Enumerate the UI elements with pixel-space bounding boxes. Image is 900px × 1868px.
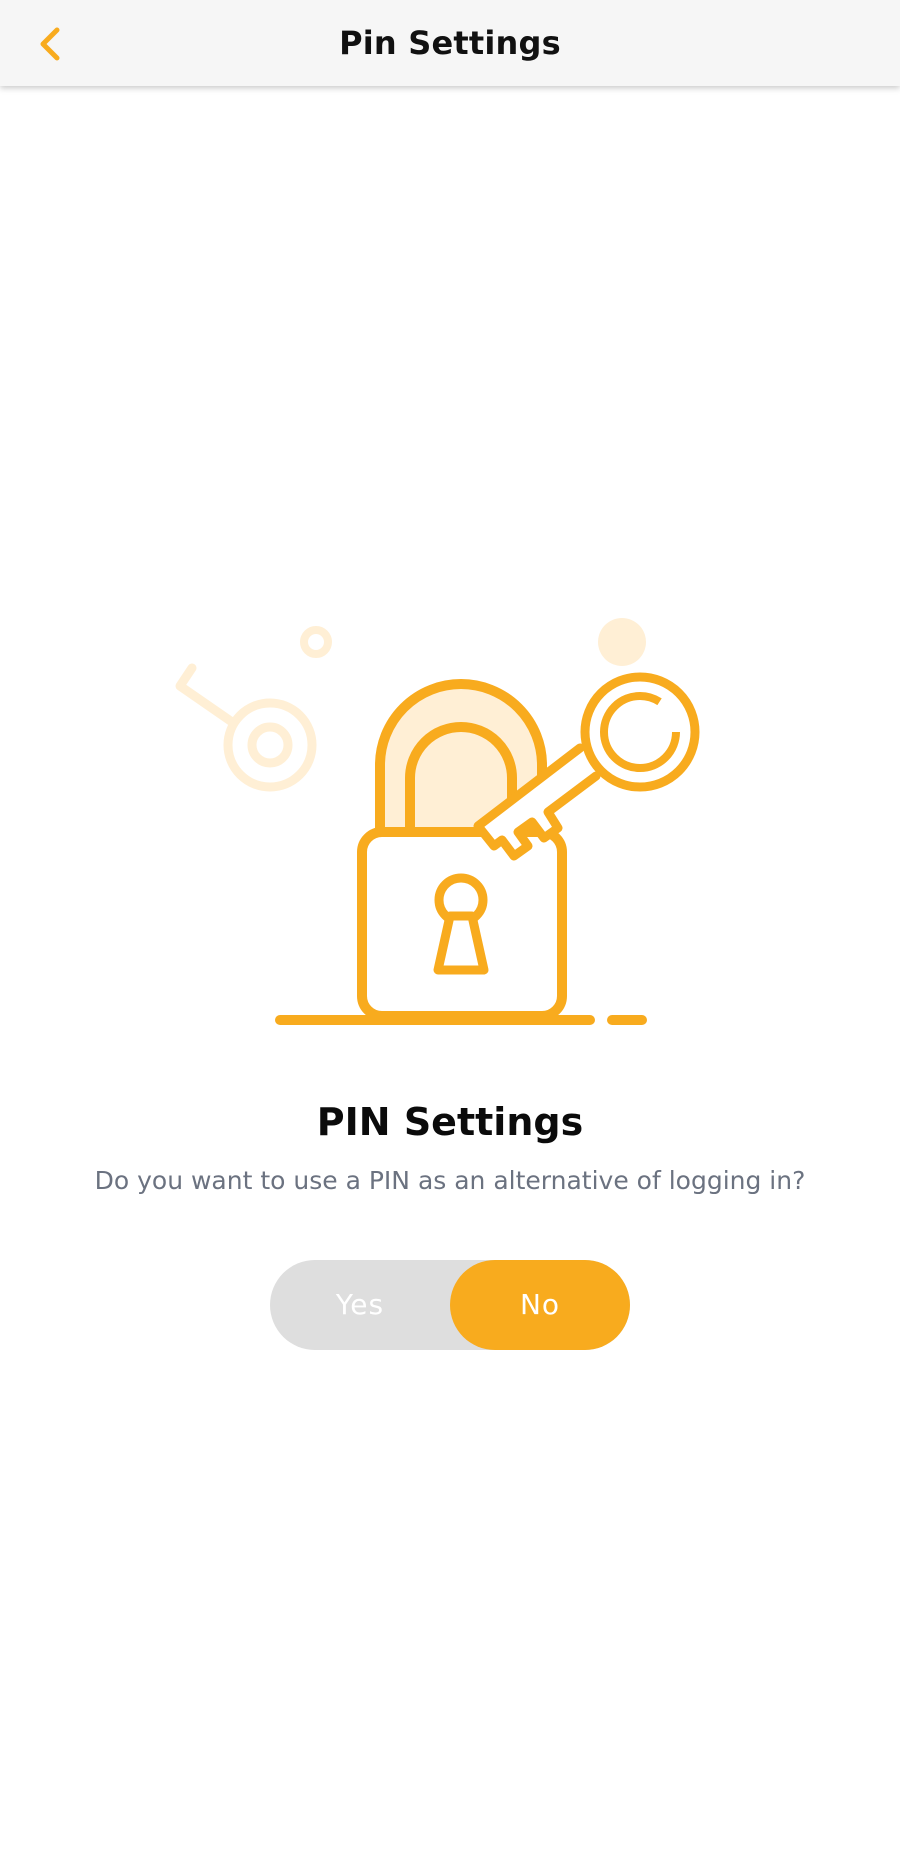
page-title: Pin Settings: [339, 24, 561, 62]
yes-option[interactable]: Yes: [270, 1260, 450, 1350]
app-header: Pin Settings: [0, 0, 900, 86]
section-description: Do you want to use a PIN as an alternati…: [94, 1166, 806, 1195]
pin-settings-screen: Pin Settings PIN Settings Do you want to: [0, 0, 900, 1868]
no-option[interactable]: No: [450, 1260, 630, 1350]
padlock-with-key-icon: [175, 618, 700, 1025]
pin-toggle: Yes No: [270, 1260, 630, 1350]
section-title: PIN Settings: [316, 1100, 584, 1144]
